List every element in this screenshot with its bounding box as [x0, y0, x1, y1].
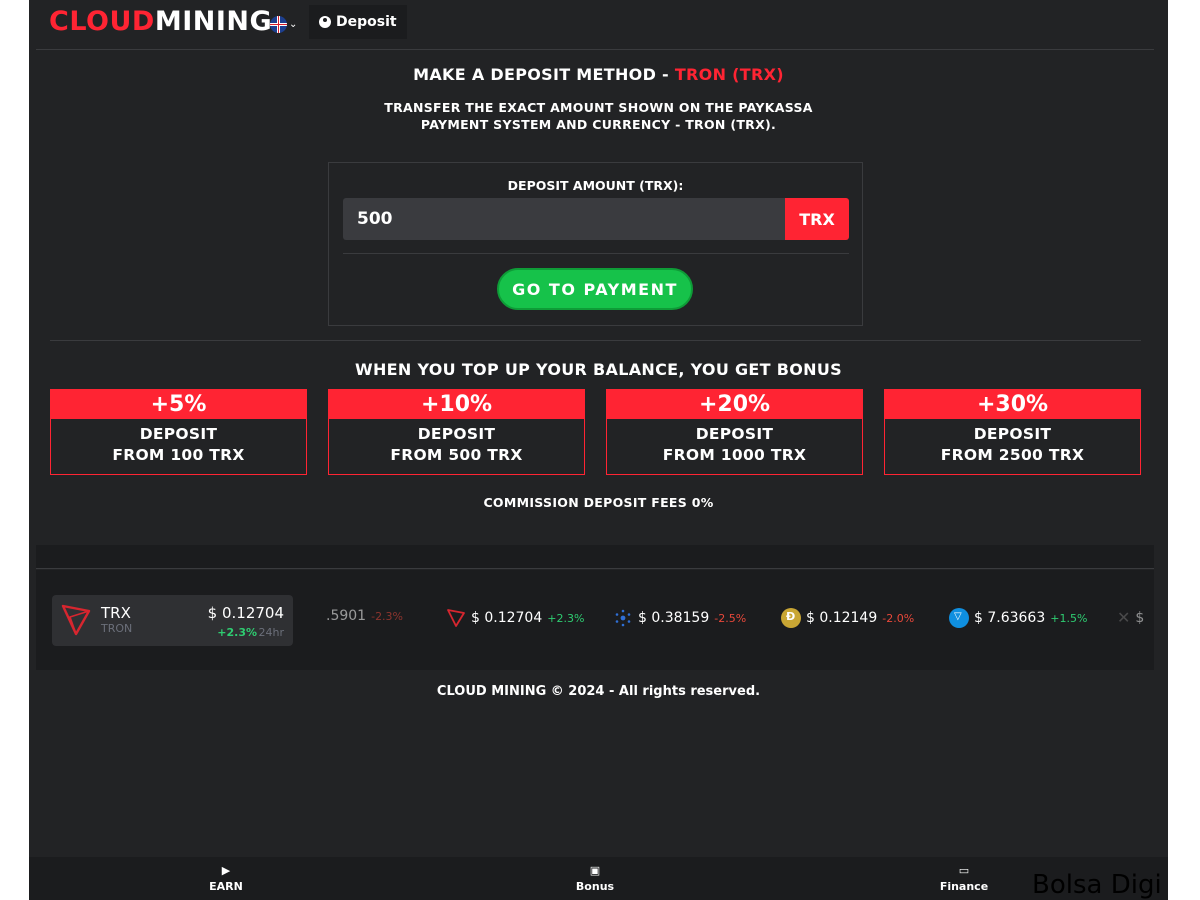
footer-copyright: CLOUD MINING © 2024 - All rights reserve…: [436, 684, 761, 699]
bonus-text: DEPOSIT FROM 100 TRX: [51, 419, 306, 466]
ticker-item[interactable]: .5901 -2.3%: [326, 608, 403, 624]
tron-icon: [447, 609, 465, 627]
bonus-title: WHEN YOU TOP UP YOUR BALANCE, YOU GET BO…: [355, 360, 842, 379]
nav-finance[interactable]: ▭ Finance: [914, 863, 1014, 893]
title-prefix: MAKE A DEPOSIT METHOD -: [413, 65, 675, 84]
bonus-line2: FROM 1000 TRX: [662, 446, 807, 464]
user-icon: [319, 16, 331, 28]
xrp-icon: ✕: [1117, 608, 1131, 627]
toncoin-icon: ▽: [949, 608, 969, 628]
commission-note: COMMISSION DEPOSIT FEES 0%: [483, 495, 714, 510]
ticker-item[interactable]: $ 0.12704 +2.3%: [446, 608, 584, 628]
coin-change: +2.3%: [217, 626, 257, 639]
ticker-top-bar: [36, 545, 1154, 568]
title-method: TRON (TRX): [674, 65, 784, 84]
tron-icon: [61, 604, 91, 636]
play-icon: ▶: [221, 864, 231, 877]
bonus-text: DEPOSIT FROM 1000 TRX: [607, 419, 862, 466]
ticker-change: -2.5%: [714, 611, 747, 625]
logo-white: MINING: [154, 6, 273, 37]
page-title: MAKE A DEPOSIT METHOD - TRON (TRX): [29, 65, 1168, 84]
logo[interactable]: CLOUDMINING: [49, 6, 272, 37]
bonus-line2: FROM 500 TRX: [390, 446, 523, 464]
amount-label: DEPOSIT AMOUNT (TRX):: [507, 178, 684, 193]
bonus-line2: FROM 100 TRX: [112, 446, 245, 464]
bonus-line2: FROM 2500 TRX: [940, 446, 1085, 464]
gift-icon: ▣: [589, 864, 601, 877]
watermark: Bolsa Digi: [1032, 870, 1162, 900]
deposit-card: DEPOSIT AMOUNT (TRX): 500 TRX GO TO PAYM…: [328, 162, 863, 326]
nav-finance-label: Finance: [939, 880, 989, 893]
nav-earn[interactable]: ▶ EARN: [176, 863, 276, 893]
instructions-line2: PAYMENT SYSTEM AND CURRENCY - TRON (TRX)…: [420, 117, 777, 132]
coin-symbol: TRX: [101, 604, 131, 622]
bonus-percent: +30%: [885, 390, 1140, 419]
deposit-tab[interactable]: Deposit: [309, 5, 407, 39]
ticker-price: $: [1135, 609, 1145, 626]
uk-flag-icon: [270, 15, 287, 33]
dogecoin-icon: Ð: [781, 608, 801, 628]
header: CLOUDMINING ⌄ Deposit: [29, 0, 1168, 50]
bonus-tier: +10% DEPOSIT FROM 500 TRX: [328, 389, 585, 475]
bonus-line1: DEPOSIT: [139, 425, 218, 443]
coin-period: 24hr: [258, 626, 285, 639]
instructions-line1: TRANSFER THE EXACT AMOUNT SHOWN ON THE P…: [384, 100, 813, 115]
money-icon: ▭: [958, 864, 970, 877]
featured-coin[interactable]: TRX TRON $ 0.12704 +2.3% 24hr: [52, 595, 293, 646]
ticker-change: -2.0%: [882, 611, 915, 625]
bonus-percent: +20%: [607, 390, 862, 419]
card-divider: [343, 253, 849, 254]
nav-bonus-label: Bonus: [575, 880, 615, 893]
divider: [50, 340, 1141, 341]
bonus-tier: +30% DEPOSIT FROM 2500 TRX: [884, 389, 1141, 475]
ticker-price: $ 0.12149: [806, 610, 878, 626]
bonus-line1: DEPOSIT: [973, 425, 1052, 443]
nav-earn-label: EARN: [209, 880, 243, 893]
ticker-change: +1.5%: [1050, 611, 1088, 625]
bonus-percent: +10%: [329, 390, 584, 419]
ticker-change: -2.3%: [371, 609, 404, 623]
bonus-line1: DEPOSIT: [695, 425, 774, 443]
coin-price: $ 0.12704: [207, 604, 284, 622]
ticker-item[interactable]: ▽ $ 7.63663 +1.5%: [949, 608, 1087, 628]
logo-red: CLOUD: [49, 6, 155, 37]
ticker-price: $ 0.12704: [471, 610, 543, 626]
bonus-tier: +20% DEPOSIT FROM 1000 TRX: [606, 389, 863, 475]
ticker-price: $ 0.38159: [638, 610, 710, 626]
price-ticker: TRX TRON $ 0.12704 +2.3% 24hr .5901 -2.3…: [36, 570, 1154, 670]
nav-bonus[interactable]: ▣ Bonus: [545, 863, 645, 893]
coin-name: TRON: [101, 622, 133, 635]
ticker-item[interactable]: ✕ $: [1117, 608, 1144, 627]
app-window: CLOUDMINING ⌄ Deposit MAKE A DEPOSIT MET…: [29, 0, 1168, 900]
language-selector[interactable]: ⌄: [270, 14, 304, 34]
ticker-price: .5901: [326, 608, 367, 624]
chevron-down-icon: ⌄: [289, 18, 298, 30]
ticker-price: $ 7.63663: [974, 610, 1046, 626]
bonus-line1: DEPOSIT: [417, 425, 496, 443]
cardano-icon: [615, 609, 631, 627]
bonus-tier: +5% DEPOSIT FROM 100 TRX: [50, 389, 307, 475]
bonus-percent: +5%: [51, 390, 306, 419]
ticker-item[interactable]: $ 0.38159 -2.5%: [613, 608, 746, 628]
amount-unit: TRX: [785, 198, 849, 240]
bonus-text: DEPOSIT FROM 2500 TRX: [885, 419, 1140, 466]
amount-input[interactable]: 500: [343, 198, 785, 240]
go-to-payment-button[interactable]: GO TO PAYMENT: [497, 268, 693, 310]
divider: [36, 49, 1154, 50]
divider: [36, 568, 1154, 569]
ticker-change: +2.3%: [547, 611, 585, 625]
instructions: TRANSFER THE EXACT AMOUNT SHOWN ON THE P…: [29, 99, 1168, 133]
deposit-tab-label: Deposit: [336, 14, 397, 30]
ticker-item[interactable]: Ð $ 0.12149 -2.0%: [781, 608, 914, 628]
bottom-nav: ▶ EARN ▣ Bonus ▭ Finance: [29, 857, 1168, 900]
bonus-text: DEPOSIT FROM 500 TRX: [329, 419, 584, 466]
